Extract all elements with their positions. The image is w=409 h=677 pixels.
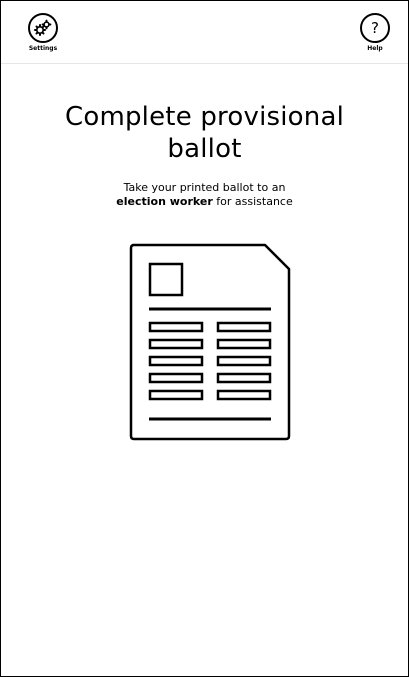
instruction-text: Take your printed ballot to an election … — [1, 181, 408, 209]
page-title: Complete provisional ballot — [1, 101, 408, 165]
gear-icon — [34, 19, 52, 36]
instruction-rest: for assistance — [212, 195, 293, 208]
help-button[interactable]: ? Help — [357, 13, 393, 59]
help-label: Help — [367, 45, 383, 52]
page-title-line1: Complete provisional — [64, 102, 345, 132]
page-title-line2: ballot — [167, 134, 242, 164]
question-mark-icon: ? — [371, 19, 379, 37]
ballot-document-icon — [129, 243, 291, 441]
settings-label: Settings — [28, 45, 58, 52]
instruction-emphasis: election worker — [116, 195, 213, 208]
settings-icon-circle — [28, 13, 58, 43]
top-bar: Settings ? Help — [1, 1, 408, 64]
app-screen: Settings ? Help Complete provisional bal… — [0, 0, 409, 677]
instruction-line1: Take your printed ballot to an — [123, 181, 286, 194]
settings-button[interactable]: Settings — [25, 13, 61, 59]
help-icon-circle: ? — [360, 13, 390, 43]
